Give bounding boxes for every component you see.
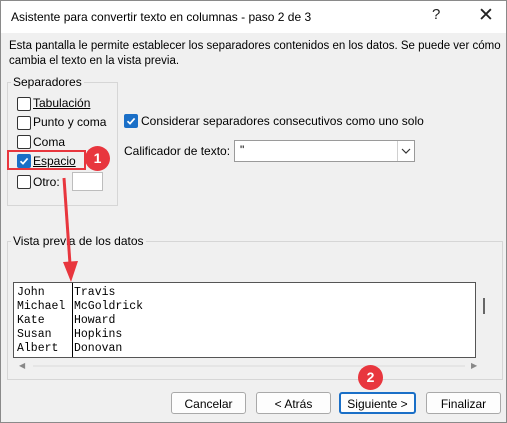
- annotation-arrow: [62, 177, 78, 282]
- annotation-badge-1: 1: [85, 146, 110, 171]
- annotation-badge-2: 2: [358, 365, 383, 390]
